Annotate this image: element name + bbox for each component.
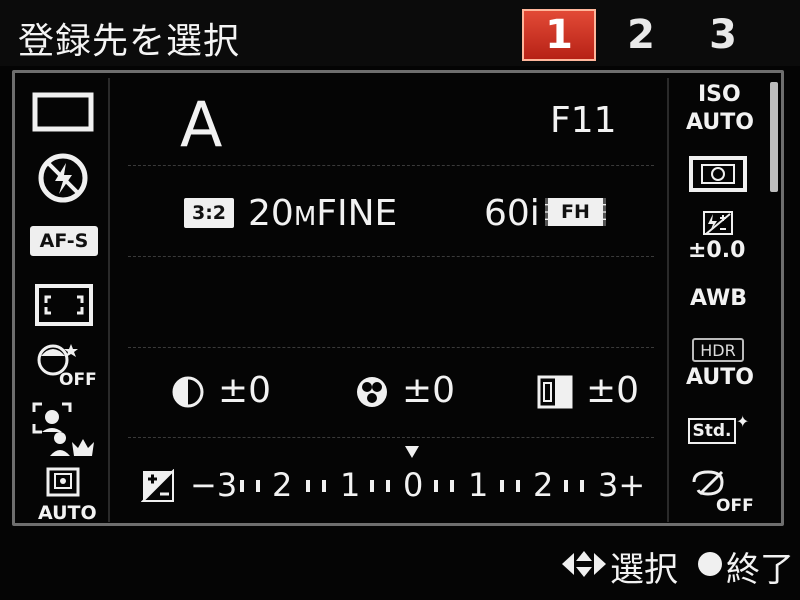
hdr-badge[interactable]: HDR [692, 338, 744, 362]
creative-filter-icon[interactable]: OFF [686, 468, 754, 518]
exposure-scale-label: 0 [403, 466, 424, 504]
flash-comp-value[interactable]: ±0.0 [688, 238, 745, 263]
sharpness-icon[interactable] [536, 374, 574, 410]
footer-bar: 選択 終了 [0, 530, 800, 600]
image-size-unit: M [293, 202, 317, 232]
exposure-scale-label: 2 [272, 466, 293, 504]
divider [128, 165, 654, 167]
scale-tick [434, 480, 438, 492]
aspect-frame-icon[interactable] [28, 88, 98, 136]
metering-icon[interactable] [686, 154, 750, 194]
video-format-badge[interactable]: FH [545, 198, 606, 226]
picture-style-badge[interactable]: Std. [688, 418, 736, 444]
tab-1[interactable]: 1 [522, 9, 596, 61]
face-retouch-label: OFF [59, 370, 97, 390]
left-column-divider [108, 78, 110, 522]
exposure-scale-label: 3+ [598, 466, 646, 504]
scale-tick [516, 480, 520, 492]
aperture-value[interactable]: F11 [550, 100, 617, 141]
saturation-icon[interactable] [354, 374, 390, 410]
flash-off-icon[interactable] [33, 150, 93, 206]
face-priority-icon[interactable] [30, 398, 98, 460]
contrast-icon[interactable] [170, 374, 206, 410]
quality-value: FINE [316, 193, 398, 234]
image-size-number: 20 [248, 193, 294, 234]
iso-value[interactable]: AUTO [686, 110, 754, 135]
exposure-indicator-icon [405, 446, 419, 458]
exposure-comp-icon[interactable] [140, 468, 176, 504]
scale-tick [450, 480, 454, 492]
exposure-scale-label: 2 [533, 466, 554, 504]
right-column-divider [667, 78, 669, 522]
exposure-scale-label: 1 [340, 466, 361, 504]
scale-tick [564, 480, 568, 492]
creative-filter-label: OFF [716, 496, 754, 516]
select-label[interactable]: 選択 [610, 542, 678, 591]
scrollbar-thumb[interactable] [770, 82, 778, 192]
page-title: 登録先を選択 [18, 21, 241, 62]
divider [128, 437, 654, 439]
sharpness-value[interactable]: ±0 [586, 370, 639, 411]
scale-tick [580, 480, 584, 492]
header-bar: 登録先を選択 1 2 3 [0, 0, 800, 66]
aspect-ratio-badge[interactable]: 3:2 [184, 198, 234, 228]
scale-tick [386, 480, 390, 492]
auto-frame-icon[interactable]: AUTO [33, 466, 97, 524]
dpad-arrows-icon [560, 548, 608, 580]
iso-label[interactable]: ISO [698, 82, 741, 107]
divider [128, 256, 654, 258]
menu-button-icon [698, 552, 722, 576]
contrast-value[interactable]: ±0 [218, 370, 271, 411]
scale-tick [322, 480, 326, 492]
tab-3[interactable]: 3 [686, 9, 760, 61]
scale-tick [256, 480, 260, 492]
saturation-value[interactable]: ±0 [402, 370, 455, 411]
divider [128, 347, 654, 349]
auto-frame-label: AUTO [38, 502, 97, 524]
scale-tick [240, 480, 244, 492]
sparkle-icon: ✦ [736, 412, 750, 431]
white-balance-value[interactable]: AWB [690, 286, 747, 311]
exposure-scale-label: −3 [190, 466, 238, 504]
hdr-value[interactable]: AUTO [686, 365, 754, 390]
flash-comp-icon[interactable] [700, 210, 736, 236]
tab-2[interactable]: 2 [604, 9, 678, 61]
scale-tick [500, 480, 504, 492]
scale-tick [306, 480, 310, 492]
shooting-mode[interactable]: A [180, 88, 222, 161]
video-rate-value[interactable]: 60i [484, 193, 540, 234]
image-size-value[interactable]: 20MFINE [248, 193, 397, 234]
face-retouch-icon[interactable]: OFF [33, 340, 97, 392]
end-label[interactable]: 終了 [726, 542, 794, 591]
af-area-icon[interactable] [33, 282, 95, 328]
af-mode-icon[interactable]: AF-S [30, 226, 98, 256]
scale-tick [370, 480, 374, 492]
exposure-scale-label: 1 [468, 466, 489, 504]
